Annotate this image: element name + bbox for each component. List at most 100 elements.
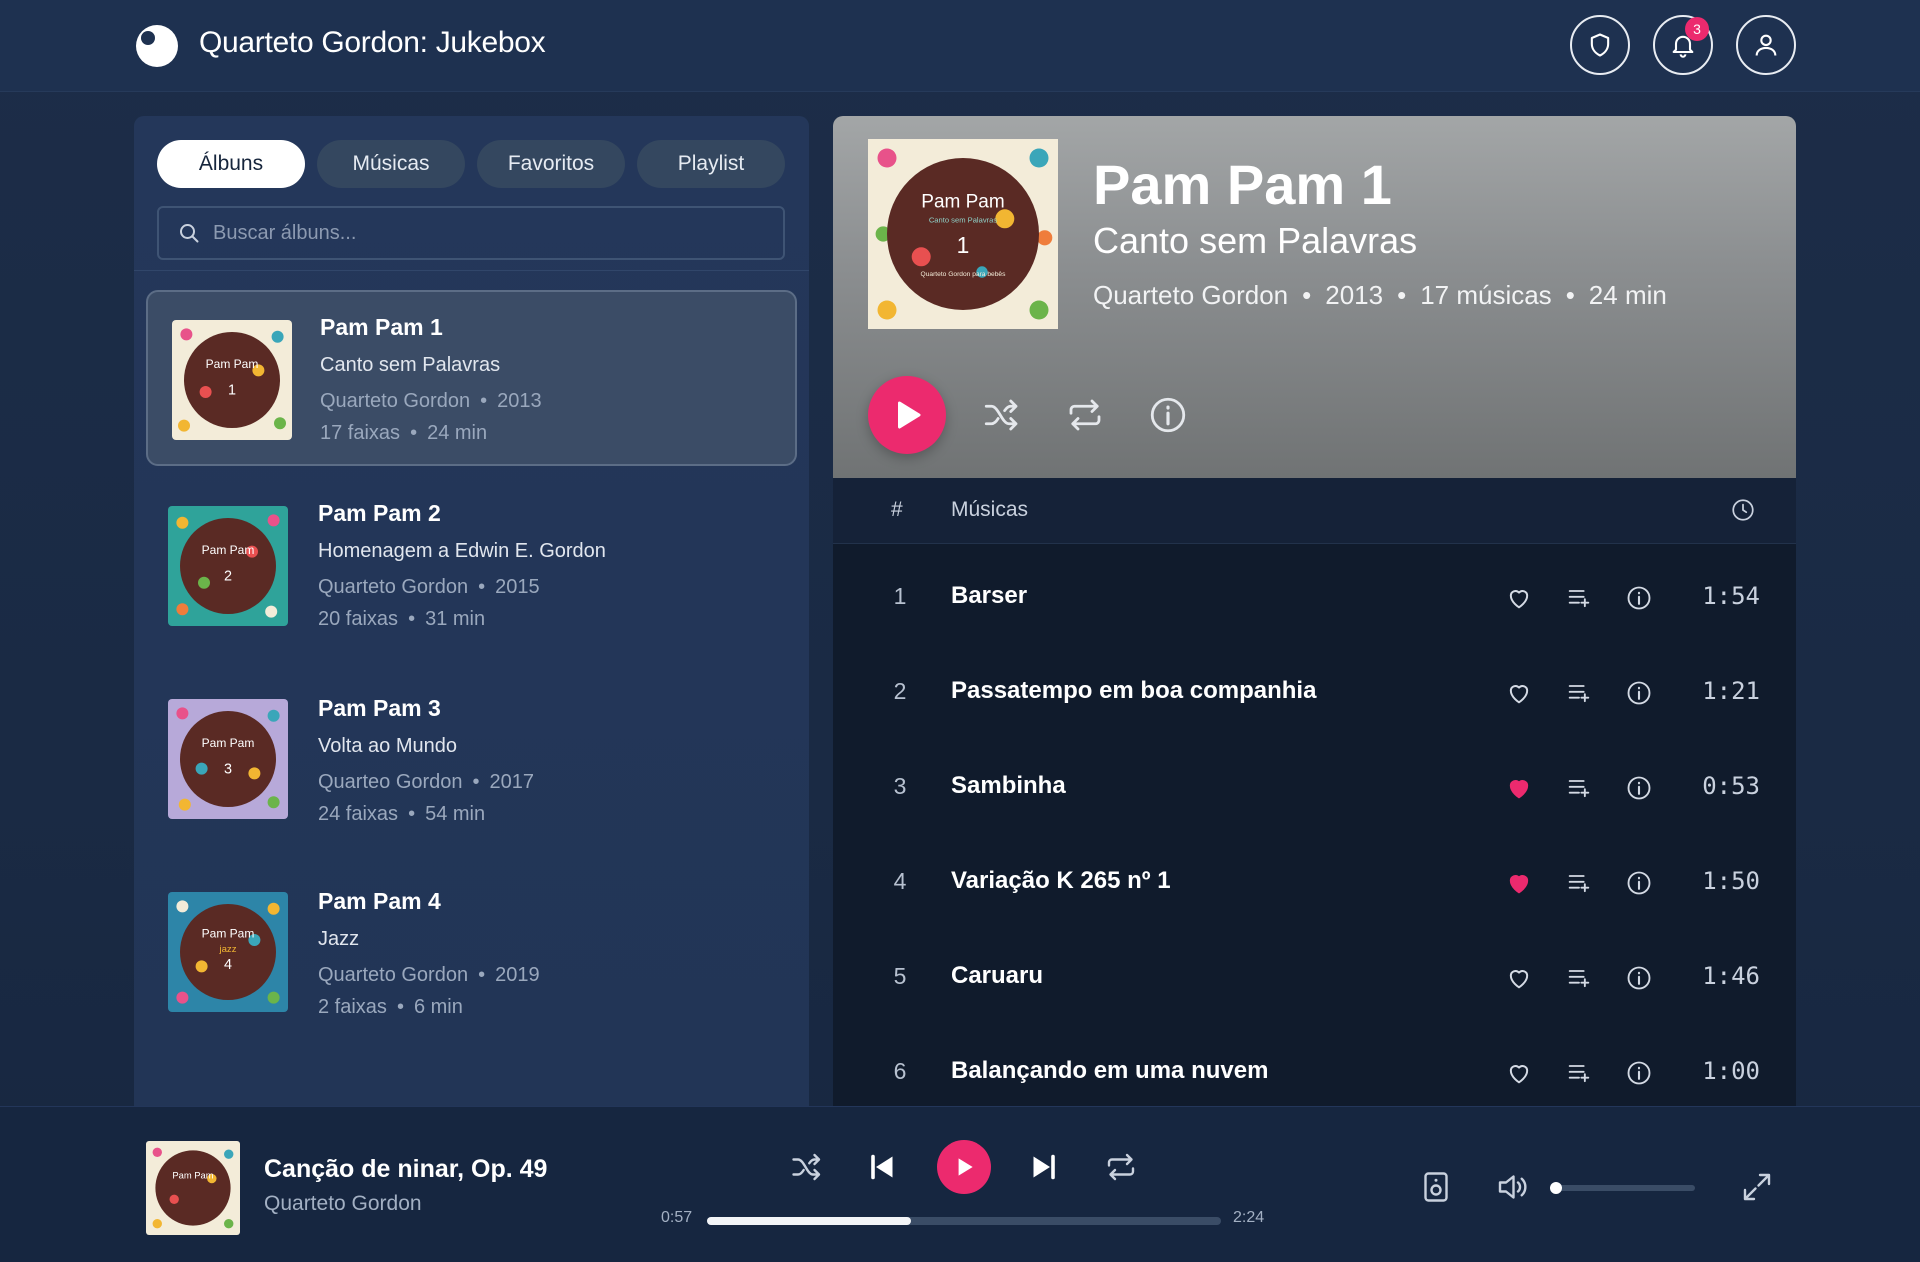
svg-text:Pam Pam: Pam Pam [202, 927, 255, 941]
heart-icon[interactable] [1505, 584, 1533, 612]
album-title: Pam Pam 1 [1093, 153, 1392, 216]
album-stats: 2 faixas • 6 min [318, 996, 463, 1018]
add-to-queue-icon[interactable] [1565, 584, 1593, 612]
add-to-queue-icon[interactable] [1565, 964, 1593, 992]
album-title: Pam Pam 4 [318, 888, 441, 914]
clock-icon [1732, 499, 1754, 521]
svg-text:Pam Pam: Pam Pam [202, 736, 255, 750]
track-row[interactable]: 2 Passatempo em boa companhia 1:21 [833, 646, 1796, 741]
svg-text:3: 3 [224, 761, 232, 777]
info-icon[interactable] [1625, 1059, 1653, 1087]
info-icon[interactable] [1625, 774, 1653, 802]
repeat-icon[interactable] [1064, 394, 1106, 436]
tab-playlist[interactable]: Playlist [637, 140, 785, 188]
album-subtitle: Volta ao Mundo [318, 735, 457, 757]
track-title: Caruaru [951, 962, 1044, 989]
volume-knob[interactable] [1549, 1182, 1562, 1194]
album-search-box[interactable] [157, 206, 785, 260]
track-row[interactable]: 4 Variação K 265 nº 1 1:50 [833, 836, 1796, 931]
info-icon[interactable] [1147, 394, 1189, 436]
volume-icon[interactable] [1494, 1169, 1530, 1205]
notifications-button[interactable]: 3 [1653, 15, 1713, 75]
track-row[interactable]: 6 Balançando em uma nuvem 1:00 [833, 1026, 1796, 1106]
progress-bar[interactable] [707, 1217, 1221, 1225]
track-duration: 1:50 [1702, 867, 1760, 895]
album-subtitle: Homenagem a Edwin E. Gordon [318, 540, 606, 562]
heart-icon[interactable] [1505, 774, 1533, 802]
track-duration: 0:53 [1702, 772, 1760, 800]
app-logo-icon[interactable] [134, 23, 180, 69]
svg-text:jazz: jazz [218, 944, 236, 955]
svg-text:Quarteto Gordon para bebês: Quarteto Gordon para bebês [921, 271, 1007, 278]
add-to-queue-icon[interactable] [1565, 774, 1593, 802]
track-row[interactable]: 5 Caruaru 1:46 [833, 931, 1796, 1026]
album-title: Pam Pam 1 [320, 314, 443, 340]
album-meta: Quarteto Gordon • 2015 [318, 576, 540, 598]
track-title: Balançando em uma nuvem [951, 1057, 1269, 1084]
track-duration: 1:21 [1702, 677, 1760, 705]
track-number: 4 [893, 868, 907, 894]
track-number: 1 [893, 583, 907, 609]
track-number: 5 [893, 963, 907, 989]
album-item[interactable]: Pam Pam 1 Pam Pam 1 Canto sem Palavras Q… [146, 290, 797, 466]
svg-text:Pam Pam: Pam Pam [202, 543, 255, 557]
info-icon[interactable] [1625, 679, 1653, 707]
profile-button[interactable] [1736, 15, 1796, 75]
info-icon[interactable] [1625, 584, 1653, 612]
album-meta: Quarteo Gordon • 2017 [318, 771, 535, 793]
now-playing-cover[interactable]: Pam Pam [146, 1141, 240, 1235]
add-to-queue-icon[interactable] [1565, 869, 1593, 897]
track-title: Barser [951, 582, 1028, 609]
svg-text:1: 1 [957, 232, 970, 258]
column-title: Músicas [951, 498, 1029, 521]
app-header: Quarteto Gordon: Jukebox 3 [0, 0, 1920, 92]
play-album-button[interactable] [868, 376, 946, 454]
play-pause-button[interactable] [937, 1140, 991, 1194]
next-icon[interactable] [1026, 1149, 1062, 1185]
album-item[interactable]: Pam Pam 3 Pam Pam 3 Volta ao Mundo Quart… [146, 677, 797, 853]
speaker-icon[interactable] [1418, 1169, 1454, 1205]
album-cover-large: Pam Pam Canto sem Palavras 1 Quarteto Go… [868, 139, 1058, 329]
info-icon[interactable] [1625, 964, 1653, 992]
tab-albums[interactable]: Álbuns [157, 140, 305, 188]
album-meta: Quarteto Gordon • 2013 [320, 390, 542, 412]
heart-icon[interactable] [1505, 679, 1533, 707]
track-duration: 1:54 [1702, 582, 1760, 610]
shuffle-icon[interactable] [981, 394, 1023, 436]
album-artist[interactable]: Quarteto Gordon [1093, 280, 1288, 310]
repeat-icon[interactable] [1103, 1149, 1139, 1185]
svg-text:Pam Pam: Pam Pam [206, 357, 259, 371]
previous-icon[interactable] [864, 1149, 900, 1185]
heart-icon[interactable] [1505, 1059, 1533, 1087]
album-item[interactable]: Pam Pam jazz 4 Pam Pam 4 Jazz Quarteto G… [146, 870, 797, 1046]
column-number: # [891, 498, 903, 521]
shield-button[interactable] [1570, 15, 1630, 75]
track-duration: 1:00 [1702, 1057, 1760, 1085]
progress-fill [707, 1217, 911, 1225]
track-row[interactable]: 1 Barser 1:54 [833, 551, 1796, 646]
album-subtitle: Jazz [318, 928, 360, 950]
expand-icon[interactable] [1739, 1169, 1775, 1205]
track-duration: 1:46 [1702, 962, 1760, 990]
info-icon[interactable] [1625, 869, 1653, 897]
tab-songs[interactable]: Músicas [317, 140, 465, 188]
shield-icon [1590, 33, 1610, 57]
album-stats: 20 faixas • 31 min [318, 608, 486, 630]
svg-text:Canto sem Palavras: Canto sem Palavras [929, 216, 998, 225]
heart-icon[interactable] [1505, 964, 1533, 992]
album-item[interactable]: Pam Pam 2 Pam Pam 2 Homenagem a Edwin E.… [146, 484, 797, 660]
search-input[interactable] [213, 221, 773, 245]
user-icon [1755, 34, 1777, 56]
tab-favorites[interactable]: Favoritos [477, 140, 625, 188]
add-to-queue-icon[interactable] [1565, 679, 1593, 707]
add-to-queue-icon[interactable] [1565, 1059, 1593, 1087]
divider [134, 270, 809, 271]
track-row[interactable]: 3 Sambinha 0:53 [833, 741, 1796, 836]
shuffle-icon[interactable] [789, 1149, 825, 1185]
heart-icon[interactable] [1505, 869, 1533, 897]
album-meta: Quarteto Gordon • 2019 [318, 964, 540, 986]
player-bar: Pam Pam Canção de ninar, Op. 49 Quarteto… [0, 1106, 1920, 1262]
now-playing-artist[interactable]: Quarteto Gordon [264, 1192, 422, 1216]
volume-slider[interactable] [1549, 1182, 1695, 1194]
track-number: 6 [893, 1058, 907, 1084]
